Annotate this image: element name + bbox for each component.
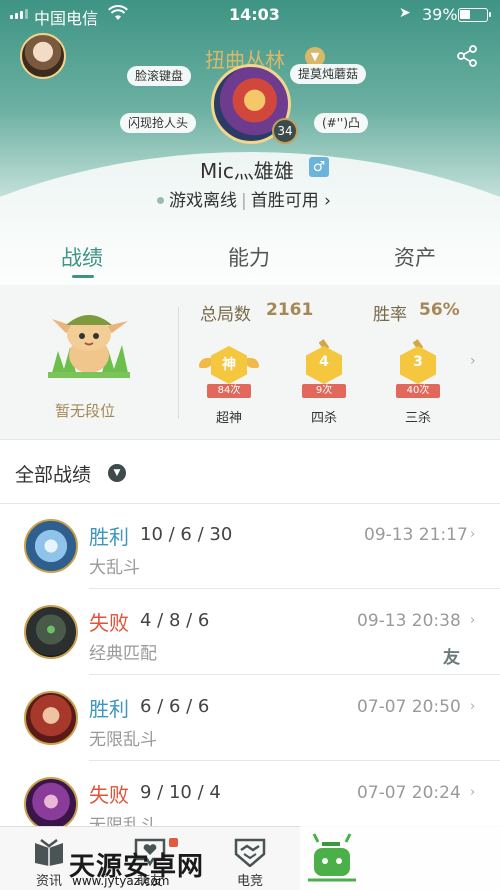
- clock: 14:03: [229, 5, 280, 24]
- player-tag[interactable]: (#'')凸: [314, 113, 369, 133]
- match-mode: 经典匹配: [89, 644, 157, 664]
- rank-emblem-icon: [48, 315, 130, 378]
- medal-count: 9次: [302, 384, 346, 398]
- match-time: 09-13 21:17: [364, 525, 468, 545]
- total-games-label: 总局数: [200, 305, 251, 325]
- watermark-logo: [300, 826, 500, 890]
- status-dot-icon: [157, 197, 164, 204]
- win-rate-label: 胜率: [373, 305, 407, 325]
- tab-underline: [72, 275, 94, 278]
- win-rate-value: 56%: [419, 300, 460, 320]
- medal-badge: 4: [319, 354, 329, 370]
- status-separator: |: [241, 191, 247, 211]
- stats-divider: [178, 307, 179, 419]
- champion-avatar: [24, 777, 78, 831]
- match-kda: 4 / 8 / 6: [140, 610, 210, 631]
- wifi-icon: [108, 5, 128, 20]
- medal-badge: 神: [222, 357, 236, 373]
- chevron-right-icon: ›: [470, 785, 476, 800]
- match-kda: 10 / 6 / 30: [140, 524, 233, 545]
- match-mode: 大乱斗: [89, 558, 140, 578]
- tab-assets[interactable]: 资产: [394, 242, 436, 272]
- status-bar: 中国电信 14:03 ➤ 39%: [0, 0, 500, 30]
- player-name: Mic灬雄雄: [200, 159, 294, 183]
- book-icon: [35, 839, 63, 866]
- player-tag[interactable]: 提莫炖蘑菇: [290, 64, 367, 84]
- total-games-value: 2161: [266, 300, 314, 320]
- match-time: 09-13 20:38: [357, 611, 461, 631]
- match-result: 失败: [89, 611, 129, 635]
- medal-triple[interactable]: 3 40次 三杀: [388, 339, 448, 426]
- chevron-right-icon: ›: [324, 191, 331, 211]
- match-row[interactable]: 胜利 6 / 6 / 6 无限乱斗 07-07 20:50 ›: [0, 675, 500, 761]
- signal-icon: [10, 9, 28, 19]
- match-result: 失败: [89, 783, 129, 807]
- status-text: 游戏离线: [169, 191, 237, 211]
- nav-esports[interactable]: 电竞: [210, 827, 290, 890]
- player-tag[interactable]: 闪现抢人头: [120, 113, 197, 133]
- first-win-text: 首胜可用: [250, 191, 319, 211]
- shield-handshake-icon: [234, 838, 266, 867]
- section-title[interactable]: 全部战绩: [15, 460, 91, 487]
- carrier-label: 中国电信: [34, 9, 99, 28]
- match-mode: 无限乱斗: [89, 730, 157, 750]
- profile-header: 中国电信 14:03 ➤ 39% 扭曲丛林 ▼ 34 脸滚键盘 提莫炖蘑菇 闪现…: [0, 0, 500, 285]
- medal-count: 84次: [207, 384, 251, 398]
- match-row[interactable]: 失败 4 / 8 / 6 经典匹配 09-13 20:38 › 友: [0, 589, 500, 675]
- male-icon: ♂: [309, 157, 329, 177]
- match-result: 胜利: [89, 697, 129, 721]
- champion-avatar: [24, 519, 78, 573]
- medal-legendary[interactable]: 神 84次 超神: [199, 340, 259, 426]
- match-time: 07-07 20:50: [357, 697, 461, 717]
- tab-record[interactable]: 战绩: [61, 242, 103, 272]
- match-time: 07-07 20:24: [357, 783, 461, 803]
- tab-ability[interactable]: 能力: [228, 242, 270, 272]
- medal-badge: 3: [413, 354, 423, 370]
- tab-bar: 战绩 能力 资产: [0, 230, 500, 284]
- friend-badge: 友: [443, 648, 460, 668]
- online-status[interactable]: 游戏离线 | 首胜可用 ›: [157, 186, 331, 211]
- rank-label: 暂无段位: [55, 402, 116, 420]
- level-badge: 34: [272, 118, 298, 144]
- player-tag[interactable]: 脸滚键盘: [127, 66, 192, 86]
- match-kda: 6 / 6 / 6: [140, 696, 210, 717]
- chevron-right-icon: ›: [470, 527, 476, 542]
- medal-count: 40次: [396, 384, 440, 398]
- match-result: 胜利: [89, 525, 129, 549]
- match-kda: 9 / 10 / 4: [140, 782, 221, 803]
- champion-avatar: [24, 605, 78, 659]
- chevron-right-icon: ›: [470, 613, 476, 628]
- chevron-right-icon: ›: [470, 699, 476, 714]
- chevron-right-icon[interactable]: ›: [470, 353, 482, 369]
- medal-name: 三杀: [404, 411, 431, 426]
- watermark-url: www.jytyaz.com: [72, 874, 170, 888]
- medal-name: 超神: [215, 411, 242, 426]
- match-row[interactable]: 胜利 10 / 6 / 30 大乱斗 09-13 21:17 ›: [0, 503, 500, 589]
- medal-quadra[interactable]: 4 9次 四杀: [294, 339, 354, 426]
- share-icon[interactable]: [455, 44, 479, 68]
- medal-name: 四杀: [310, 411, 337, 426]
- battery-percent: 39%: [422, 5, 458, 24]
- nav-label: 电竞: [236, 874, 263, 889]
- champion-avatar: [24, 691, 78, 745]
- chevron-down-icon[interactable]: ▼: [108, 464, 126, 482]
- location-icon: ➤: [399, 5, 411, 21]
- battery-icon: [458, 8, 491, 22]
- user-avatar[interactable]: [20, 33, 66, 79]
